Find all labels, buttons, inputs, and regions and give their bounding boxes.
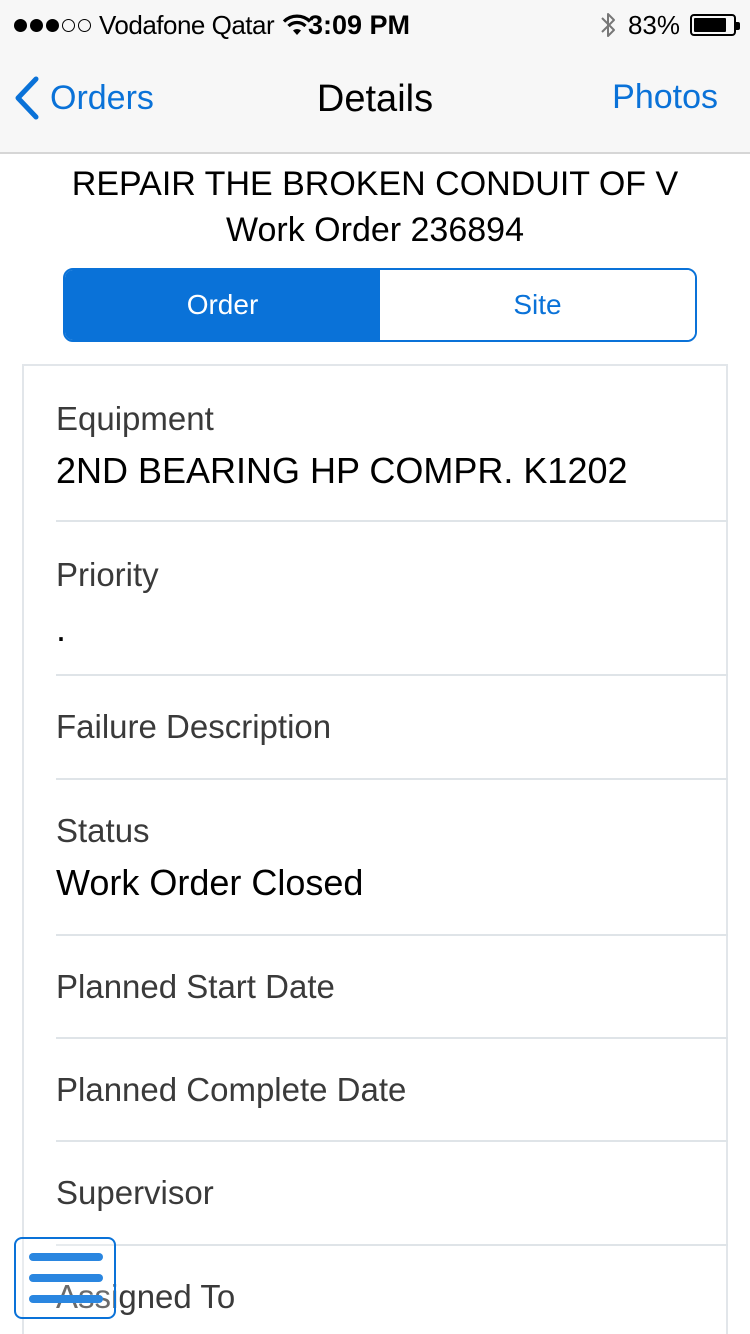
work-order-number: Work Order 236894 [226,211,524,249]
field-row-failure-description[interactable]: Failure Description [56,676,728,780]
wifi-icon [283,14,312,35]
segmented-control: Order Site [63,268,697,342]
carrier-name: Vodafone Qatar [99,9,275,40]
field-label: Supervisor [56,1174,214,1211]
menu-bar [29,1274,103,1282]
signal-dot [30,18,43,32]
photos-button[interactable]: Photos [612,78,718,117]
menu-button[interactable] [14,1237,116,1319]
battery-icon [690,14,740,36]
status-left: Vodafone Qatar [14,8,312,42]
signal-dot [78,18,91,32]
status-bar: Vodafone Qatar 3:09 PM 83% [0,0,750,48]
battery-percent: 83% [627,9,680,40]
field-label: Planned Start Date [56,968,335,1005]
signal-dot [14,18,27,32]
tab-order[interactable]: Order [65,270,380,340]
navigation-bar: Orders Details Photos [0,48,750,154]
work-order-title: REPAIR THE BROKEN CONDUIT OF V [71,165,679,203]
field-row-priority[interactable]: Priority . [56,522,728,676]
battery-fill [694,18,726,32]
field-label: Equipment [56,400,214,437]
signal-dot [62,18,75,32]
status-right: 83% [598,8,740,42]
signal-dot [46,18,59,32]
menu-bar [29,1253,103,1261]
field-value: 2ND BEARING HP COMPR. K1202 [56,450,628,491]
field-label: Status [56,812,150,849]
signal-strength-icon [14,18,91,32]
field-value: Work Order Closed [56,862,364,903]
bluetooth-icon [601,13,615,37]
field-row-equipment[interactable]: Equipment 2ND BEARING HP COMPR. K1202 [56,366,728,522]
field-label: Planned Complete Date [56,1071,407,1108]
menu-bar [29,1295,103,1303]
field-row-status[interactable]: Status Work Order Closed [56,780,728,936]
field-label: Failure Description [56,708,332,745]
field-row-planned-complete-date[interactable]: Planned Complete Date [56,1039,728,1142]
field-row-assigned-to[interactable]: Assigned To [56,1246,728,1334]
time-label: 3:09 PM [307,10,411,40]
details-card: Equipment 2ND BEARING HP COMPR. K1202 Pr… [22,364,728,1334]
field-row-planned-start-date[interactable]: Planned Start Date [56,936,728,1039]
field-row-supervisor[interactable]: Supervisor [56,1142,728,1246]
field-value: . [56,608,67,649]
field-label: Priority [56,556,159,593]
tab-site[interactable]: Site [380,270,695,340]
battery-nub [736,22,740,30]
